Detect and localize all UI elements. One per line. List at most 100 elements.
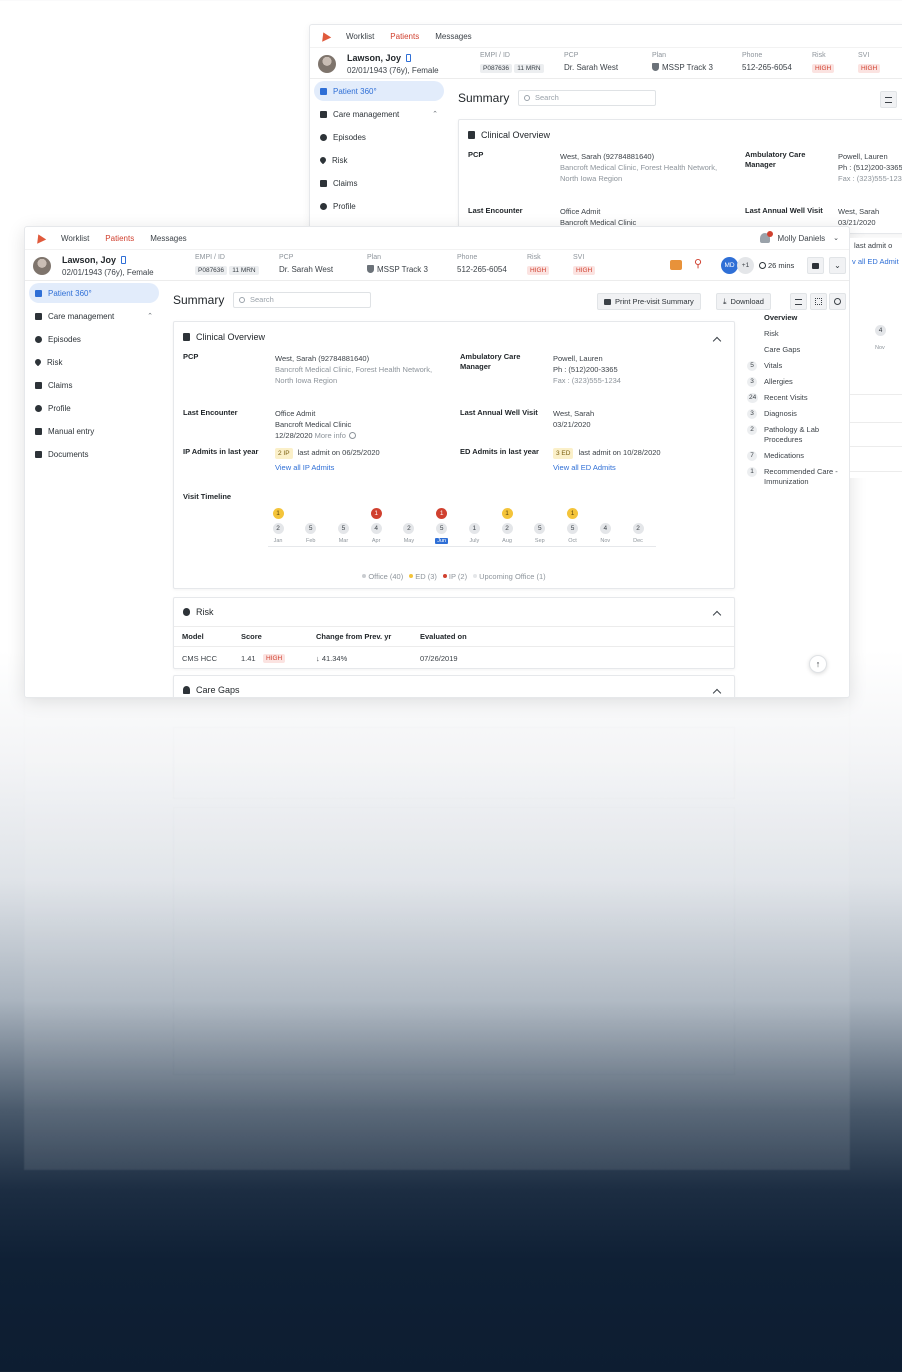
risk-field: Risk HIGH: [527, 254, 550, 275]
legend-dot: [473, 574, 478, 578]
patient-icon: [320, 87, 327, 95]
nav-worklist[interactable]: Worklist: [61, 234, 89, 243]
nav-patients[interactable]: Patients: [105, 234, 134, 243]
collapse-chevron-icon[interactable]: [712, 336, 722, 346]
toc-item-medications[interactable]: 7 Medications: [747, 451, 849, 461]
sidebar-item-risk[interactable]: Risk: [29, 352, 159, 372]
collapse-chevron-icon[interactable]: [712, 610, 722, 620]
timeline-month-mar[interactable]: 5 Mar: [331, 523, 355, 544]
toc-item-care-gaps[interactable]: Care Gaps: [747, 345, 849, 355]
nav-messages[interactable]: Messages: [150, 234, 186, 243]
row-score: 1.41: [241, 654, 256, 663]
pcp-name: West, Sarah (92784881640): [560, 152, 655, 161]
notification-bell-icon[interactable]: [759, 231, 773, 243]
clinical-overview-card: Clinical Overview PCP West, Sarah (92784…: [173, 321, 735, 589]
timeline-month-jun[interactable]: 5 Jun: [430, 523, 454, 544]
history-icon: [834, 298, 841, 305]
toc-item-recommended-care-immunization[interactable]: 1 Recommended Care - Immunization: [747, 467, 849, 487]
sidebar-item-profile[interactable]: Profile: [29, 398, 159, 418]
print-button-bg[interactable]: [880, 91, 897, 108]
nav-messages-bg[interactable]: Messages: [435, 32, 471, 41]
plan-label: Plan: [652, 52, 667, 59]
more-info-link[interactable]: More info: [315, 431, 346, 440]
timeline-event-jan[interactable]: 1: [266, 508, 290, 519]
sidebar-item-profile-bg[interactable]: Profile: [314, 196, 444, 216]
sidebar-item-risk-bg[interactable]: Risk: [314, 150, 444, 170]
sidebar-item-episodes-bg[interactable]: Episodes: [314, 127, 444, 147]
sidebar-item-care-management-bg[interactable]: Care management ⌃: [314, 104, 444, 124]
toc-item-allergies[interactable]: 3 Allergies: [747, 377, 849, 387]
print-previsit-summary-button[interactable]: Print Pre-visit Summary: [597, 293, 701, 310]
timeline-event-aug[interactable]: 1: [495, 508, 519, 519]
timeline-month-apr[interactable]: 4 Apr: [364, 523, 388, 544]
nav-patients-bg[interactable]: Patients: [390, 32, 419, 41]
patient-dob: 02/01/1943 (76y), Female: [62, 268, 154, 277]
sidebar-item-patient-360-bg[interactable]: Patient 360°: [314, 81, 444, 101]
toc-item-vitals[interactable]: 5 Vitals: [747, 361, 849, 371]
sidebar-item-care-management[interactable]: Care management ⌃: [29, 306, 159, 326]
sidebar-item-claims-bg[interactable]: Claims: [314, 173, 444, 193]
sidebar-item-label: Profile: [333, 201, 356, 211]
sidebar-item-episodes[interactable]: Episodes: [29, 329, 159, 349]
care-team-avatar[interactable]: MD: [721, 257, 738, 274]
top-nav: Worklist Patients Messages Molly Daniels…: [25, 227, 849, 249]
pcp-region: North Iowa Region: [275, 376, 338, 385]
toc-count-badge: 2: [747, 425, 757, 435]
timeline-month-may[interactable]: 2 May: [397, 523, 421, 544]
empi-field-bg: EMPI / ID P087636 11 MRN: [480, 52, 544, 73]
timeline-month-nov[interactable]: 4 Nov: [593, 523, 617, 544]
toc-item-recent-visits[interactable]: 24 Recent Visits: [747, 393, 849, 403]
download-button[interactable]: ⤓ Download: [716, 293, 771, 310]
sidebar-item-documents[interactable]: Documents: [29, 444, 159, 464]
timeline-month-jan[interactable]: 2 Jan: [266, 523, 290, 544]
scroll-to-top-button[interactable]: ↑: [809, 655, 827, 673]
timeline-office-count: 4: [370, 523, 382, 534]
timeline-month-label: Nov: [600, 538, 611, 544]
view-all-ed-admits-link[interactable]: View all ED Admits: [553, 462, 616, 473]
toc-item-overview[interactable]: Overview: [747, 313, 849, 323]
toc-item-risk[interactable]: Risk: [747, 329, 849, 339]
legend-item: ED (3): [409, 572, 437, 581]
timeline-event-jun[interactable]: 1: [430, 508, 454, 519]
background-app-window: Worklist Patients Messages Lawson, Joy 0…: [309, 24, 902, 234]
patient-name-bg: Lawson, Joy: [347, 53, 412, 63]
timeline-month-july[interactable]: 1 July: [462, 523, 486, 544]
timeline-month-dec[interactable]: 2 Dec: [626, 523, 650, 544]
sidebar-item-patient-360[interactable]: Patient 360°: [29, 283, 159, 303]
timeline-month-aug[interactable]: 2 Aug: [495, 523, 519, 544]
view-all-ip-admits-link[interactable]: View all IP Admits: [275, 462, 334, 473]
sidebar-item-manual-entry[interactable]: Manual entry: [29, 421, 159, 441]
search-input[interactable]: Search: [233, 292, 371, 308]
timeline-month-feb[interactable]: 5 Feb: [299, 523, 323, 544]
legend-dot: [442, 574, 447, 578]
list-view-button[interactable]: [790, 293, 807, 310]
timeline-month-label: Jun: [435, 538, 449, 544]
grid-view-button[interactable]: [810, 293, 827, 310]
legend-label: Upcoming Office (1): [479, 572, 546, 581]
medkit-icon[interactable]: [670, 260, 682, 270]
message-button[interactable]: [807, 257, 824, 274]
divider: [174, 626, 734, 627]
toc-count-badge: 7: [747, 451, 757, 461]
toc-count-badge: 3: [747, 377, 757, 387]
chevron-down-icon[interactable]: ⌄: [833, 234, 839, 242]
timeline-event-oct[interactable]: 1: [561, 508, 585, 519]
toc-item-diagnosis[interactable]: 3 Diagnosis: [747, 409, 849, 419]
nav-worklist-bg[interactable]: Worklist: [346, 32, 374, 41]
expand-button[interactable]: ⌄: [829, 257, 846, 274]
info-icon[interactable]: [348, 432, 356, 439]
toc-item-pathology-lab-procedures[interactable]: 2 Pathology & Lab Procedures: [747, 425, 849, 445]
timeline-month-oct[interactable]: 5 Oct: [561, 523, 585, 544]
collapse-chevron-icon[interactable]: [712, 688, 722, 697]
profile-icon: [35, 404, 42, 412]
search-input-bg[interactable]: Search: [518, 90, 656, 106]
timeline-event-apr[interactable]: 1: [364, 508, 388, 519]
history-button[interactable]: [829, 293, 846, 310]
timeline-month-sep[interactable]: 5 Sep: [528, 523, 552, 544]
sidebar-item-claims[interactable]: Claims: [29, 375, 159, 395]
care-team-more[interactable]: +1: [737, 257, 754, 274]
legend-item: Upcoming Office (1): [473, 572, 546, 581]
fall-risk-icon[interactable]: ⚲: [694, 258, 702, 270]
user-menu[interactable]: Molly Daniels: [778, 234, 826, 243]
reflection-card: [173, 807, 735, 1075]
